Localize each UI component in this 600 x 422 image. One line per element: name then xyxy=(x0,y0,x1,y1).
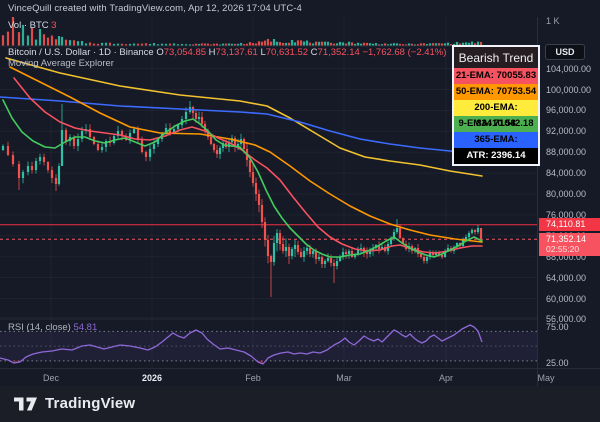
axis-tick-label: 75.00 xyxy=(546,322,569,332)
ema-panel-row: ATR: 2396.14 xyxy=(454,148,538,164)
price-line-badge: 74,110.81 xyxy=(539,218,600,232)
close-label: C xyxy=(310,47,318,58)
axis-tick-label: 96,000.00 xyxy=(546,105,587,116)
axis-tick-label: 104,000.00 xyxy=(546,63,592,74)
time-axis-month-label: Feb xyxy=(245,373,261,383)
axis-tick-label: 25.00 xyxy=(546,358,569,368)
open-value: 73,054.85 xyxy=(163,47,207,58)
low-value: 70,631.52 xyxy=(265,47,309,58)
axis-tick-label: 84,000.00 xyxy=(546,168,587,179)
last-price-badge: 71,352.14 02:55:20 xyxy=(539,233,600,257)
last-price-value: 71,352.14 xyxy=(546,234,587,245)
high-value: 73,137.61 xyxy=(215,47,258,58)
price-axis[interactable]: 1 K USD 104,000.00 100,000.00 96,000.00 92,… xyxy=(537,16,600,386)
close-value: 71,352.14 xyxy=(317,47,360,58)
indicator-legend[interactable]: Moving Average Explorer xyxy=(8,58,114,69)
axis-tick-label: 80,000.00 xyxy=(546,189,587,199)
axis-tick-label: 88,000.00 xyxy=(546,147,587,158)
time-axis-month-label: Apr xyxy=(438,373,454,383)
bar-countdown: 02:55:20 xyxy=(546,244,580,255)
rsi-legend[interactable]: RSI (14, close) 54.81 xyxy=(8,322,97,333)
axis-tick-label: 64,000.00 xyxy=(546,272,587,283)
ema-panel-row: 50-EMA: 70753.54 xyxy=(454,84,538,100)
rsi-legend-label: RSI (14, close) xyxy=(8,322,71,333)
high-label: H xyxy=(208,47,216,58)
open-label: O xyxy=(156,47,164,58)
time-axis[interactable]: Dec 2026 Feb Mar Apr May xyxy=(0,368,600,387)
currency-toggle-button[interactable]: USD xyxy=(545,44,585,60)
tradingview-chart-window: VinceQuill created with TradingView.com,… xyxy=(0,0,600,422)
bottom-bar: TradingView xyxy=(0,386,600,422)
axis-tick-label: 100,000.00 xyxy=(546,84,592,95)
axis-tick-label: 60,000.00 xyxy=(546,293,587,304)
change-value: −1,762.68 (−2.41%) xyxy=(362,47,447,58)
ema-summary-panel: Bearish Trend 21-EMA: 70055.83 50-EMA: 70… xyxy=(452,45,540,166)
ema-panel-row: 9-EMA: 71042.18 xyxy=(454,116,538,132)
tradingview-logo-icon xyxy=(14,397,37,410)
time-axis-month-label: Mar xyxy=(336,373,352,383)
volume-axis-tick: 1 K xyxy=(546,16,560,26)
attribution-text: VinceQuill created with TradingView.com,… xyxy=(8,3,302,14)
axis-tick-label: 92,000.00 xyxy=(546,126,587,137)
time-axis-month-label: Dec xyxy=(42,373,60,383)
rsi-legend-value: 54.81 xyxy=(73,322,98,333)
volume-legend-label: Vol · BTC xyxy=(8,20,49,31)
volume-legend[interactable]: Vol · BTC 3 xyxy=(8,20,57,31)
ema-panel-row: 365-EMA: 87702.18 xyxy=(454,132,538,161)
time-axis-month-label: 2026 xyxy=(141,373,163,383)
volume-legend-value: 3 xyxy=(51,20,57,31)
symbol-legend[interactable]: Bitcoin / U.S. Dollar · 1D · Binance O73… xyxy=(8,47,446,58)
symbol-title: Bitcoin / U.S. Dollar · 1D · Binance xyxy=(8,47,154,58)
ema-panel-row: 200-EMA: 83410.58 xyxy=(454,100,538,129)
ema-panel-row: 21-EMA: 70055.83 xyxy=(454,68,538,84)
tradingview-wordmark: TradingView xyxy=(45,395,136,412)
tradingview-logo[interactable]: TradingView xyxy=(14,395,135,412)
ema-rows: 21-EMA: 70055.83 50-EMA: 70753.54 200-EMA:… xyxy=(454,68,538,164)
trend-title: Bearish Trend xyxy=(454,47,538,68)
